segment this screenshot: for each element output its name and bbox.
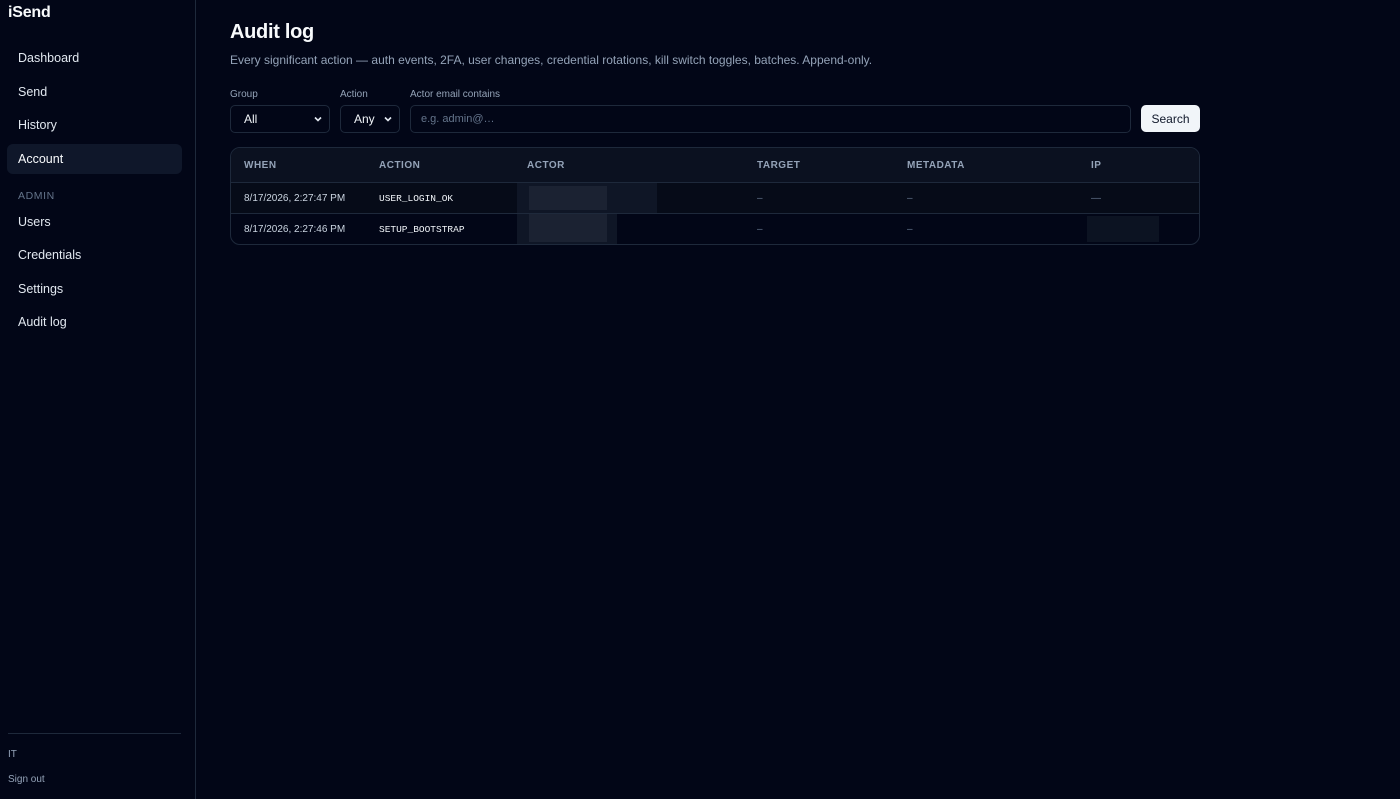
page-subtitle: Every significant action — auth events, …: [230, 53, 873, 67]
action-select-value: Any: [354, 112, 375, 126]
page-title: Audit log: [230, 21, 314, 43]
table-header: WHEN ACTION ACTOR TARGET METADATA IP: [231, 148, 1199, 182]
sidebar-item-account[interactable]: Account: [7, 143, 182, 174]
column-header-target[interactable]: TARGET: [757, 160, 907, 171]
sidebar-item-history[interactable]: History: [7, 110, 182, 140]
cell-target: –: [757, 192, 763, 204]
table-row[interactable]: 8/17/2026, 2:27:47 PM USER_LOGIN_OK – – …: [231, 182, 1199, 213]
chevron-down-icon: [384, 116, 392, 122]
cell-metadata: –: [907, 223, 913, 235]
cell-ip: —: [1091, 192, 1101, 204]
group-select-value: All: [244, 112, 258, 126]
sidebar-item-users[interactable]: Users: [7, 207, 182, 237]
search-button[interactable]: Search: [1141, 105, 1200, 132]
sidebar: iSend Dashboard Send History Account ADM…: [0, 0, 196, 799]
column-header-ip[interactable]: IP: [1091, 160, 1199, 171]
column-header-when[interactable]: WHEN: [231, 160, 379, 171]
action-filter-label: Action: [340, 89, 368, 100]
app-root: iSend Dashboard Send History Account ADM…: [0, 0, 1400, 799]
cell-action: SETUP_BOOTSTRAP: [379, 223, 465, 235]
sidebar-item-audit-log[interactable]: Audit log: [7, 307, 182, 337]
actor-filter: Actor email contains: [410, 89, 1131, 133]
table-row[interactable]: 8/17/2026, 2:27:46 PM SETUP_BOOTSTRAP – …: [231, 213, 1199, 244]
action-filter: Action Any: [340, 89, 400, 133]
cell-metadata: –: [907, 192, 913, 204]
sign-out-link[interactable]: Sign out: [8, 774, 181, 785]
action-select[interactable]: Any: [340, 105, 400, 133]
cell-target: –: [757, 223, 763, 235]
sidebar-footer: IT Sign out: [8, 733, 181, 785]
cell-when: 8/17/2026, 2:27:46 PM: [244, 223, 346, 235]
org-name: IT: [8, 749, 17, 760]
sidebar-section-admin: ADMIN: [18, 189, 55, 202]
sidebar-item-settings[interactable]: Settings: [7, 274, 182, 304]
group-filter-label: Group: [230, 89, 258, 100]
column-header-action[interactable]: ACTION: [379, 160, 527, 171]
redacted-ip: [1087, 216, 1159, 242]
group-filter: Group All: [230, 89, 330, 133]
chevron-down-icon: [314, 116, 322, 122]
sidebar-item-send[interactable]: Send: [7, 77, 182, 107]
cell-action: USER_LOGIN_OK: [379, 192, 454, 204]
audit-table: WHEN ACTION ACTOR TARGET METADATA IP 8/1…: [230, 147, 1200, 245]
actor-filter-label: Actor email contains: [410, 89, 501, 100]
sidebar-item-credentials[interactable]: Credentials: [7, 240, 182, 270]
column-header-actor[interactable]: ACTOR: [527, 160, 757, 171]
sidebar-nav: Dashboard Send History Account ADMIN Use…: [7, 43, 182, 341]
group-select[interactable]: All: [230, 105, 330, 133]
filter-bar: Group All Action Any Actor email contain…: [230, 89, 1200, 133]
actor-email-input[interactable]: [410, 105, 1131, 133]
cell-when: 8/17/2026, 2:27:47 PM: [244, 192, 346, 204]
main-content: Audit log Every significant action — aut…: [196, 0, 1400, 799]
sidebar-item-dashboard[interactable]: Dashboard: [7, 43, 182, 73]
redacted-actor: [517, 183, 657, 213]
brand-logo[interactable]: iSend: [8, 4, 51, 22]
column-header-metadata[interactable]: METADATA: [907, 160, 1091, 171]
redacted-actor: [517, 214, 617, 244]
